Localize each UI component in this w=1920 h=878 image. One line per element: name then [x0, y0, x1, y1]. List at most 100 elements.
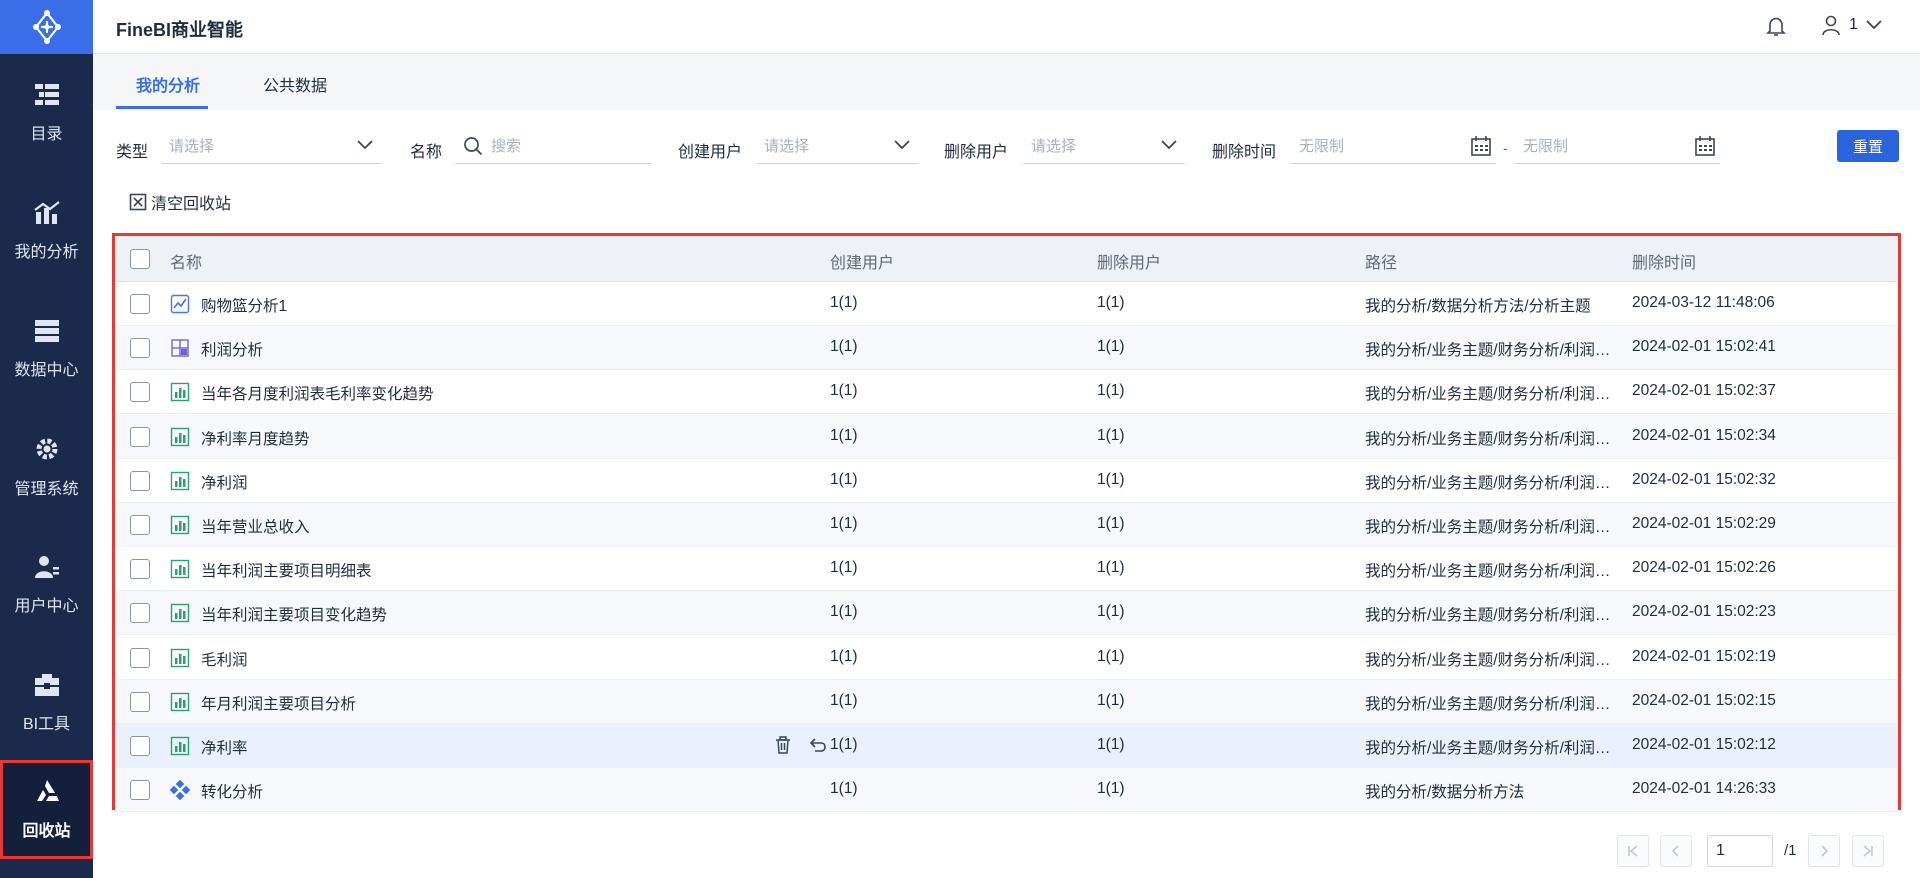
logo[interactable]	[0, 0, 93, 54]
calendar-icon[interactable]	[1470, 135, 1492, 157]
table-row[interactable]: 利润分析 1(1) 1(1) 我的分析/业务主题/财务分析/利润… 2024-02-01…	[115, 326, 1898, 371]
row-deleter: 1(1)	[1097, 294, 1125, 311]
column-header-name: 名称	[170, 255, 203, 272]
row-creator: 1(1)	[830, 559, 858, 577]
tab-my-analysis[interactable]: 我的分析	[136, 72, 200, 96]
next-page-button[interactable]	[1808, 835, 1840, 867]
clear-recycle-bin-label: 清空回收站	[151, 196, 232, 213]
recycle-icon	[36, 779, 59, 801]
table-row[interactable]: 当年利润主要项目变化趋势 1(1) 1(1) 我的分析/业务主题/财务分析/利润… 20…	[115, 591, 1898, 636]
restore-icon[interactable]	[807, 735, 827, 755]
row-delete-time: 2024-02-01 15:02:15	[1632, 691, 1776, 709]
deleter-select[interactable]: 请选择	[1023, 128, 1185, 164]
calendar-icon[interactable]	[1694, 135, 1716, 157]
table-row[interactable]: 毛利润 1(1) 1(1) 我的分析/业务主题/财务分析/利润… 2024-02-01 …	[115, 636, 1898, 680]
row-deleter: 1(1)	[1097, 780, 1125, 798]
row-checkbox[interactable]	[130, 470, 150, 491]
table-row[interactable]: 净利率 1(1) 1(1) 我的分析/业务主题/财务分析/利润… 2024-02-01…	[115, 724, 1898, 768]
bell-icon[interactable]	[1765, 15, 1787, 42]
user-menu[interactable]: 1	[1821, 14, 1882, 36]
bar-chart-icon	[170, 382, 190, 402]
search-icon	[464, 136, 483, 155]
row-deleter: 1(1)	[1097, 382, 1125, 400]
bar-chart-icon	[170, 692, 190, 712]
table-row[interactable]: 购物篮分析1 1(1) 1(1) 我的分析/数据分析方法/分析主题 2024-03-12…	[115, 282, 1898, 326]
row-checkbox[interactable]	[130, 603, 150, 624]
date-range-separator: -	[1503, 140, 1508, 156]
last-page-icon	[1863, 845, 1873, 857]
creator-select[interactable]: 请选择	[756, 128, 918, 164]
start-date-input[interactable]: 无限制	[1291, 128, 1496, 164]
row-checkbox[interactable]	[130, 426, 150, 447]
sidebar-item-bi-tools[interactable]: BI工具	[0, 644, 93, 762]
row-checkbox[interactable]	[130, 780, 150, 801]
first-page-button[interactable]	[1617, 835, 1649, 867]
row-deleter: 1(1)	[1097, 736, 1125, 753]
table-row[interactable]: 当年营业总收入 1(1) 1(1) 我的分析/业务主题/财务分析/利润… 2024-02…	[115, 503, 1898, 547]
delete-time-label: 删除时间	[1212, 144, 1277, 161]
tab-public-data[interactable]: 公共数据	[263, 72, 327, 96]
row-delete-time: 2024-02-01 15:02:19	[1632, 647, 1776, 665]
row-name: 毛利润	[201, 651, 248, 669]
page-number-input[interactable]	[1707, 835, 1773, 867]
dashboard-icon	[170, 338, 190, 358]
type-select[interactable]: 请选择	[161, 128, 381, 164]
logo-icon	[32, 10, 61, 44]
table-row[interactable]: 当年各月度利润表毛利率变化趋势 1(1) 1(1) 我的分析/业务主题/财务分析/利润…	[115, 370, 1898, 415]
reset-button[interactable]: 重置	[1837, 130, 1899, 162]
row-path: 我的分析/业务主题/财务分析/利润…	[1365, 342, 1611, 360]
sidebar-item-label: 管理系统	[14, 481, 79, 498]
user-name: 1	[1849, 16, 1858, 33]
row-checkbox[interactable]	[130, 691, 150, 712]
type-select-placeholder: 请选择	[169, 138, 215, 155]
row-checkbox[interactable]	[130, 382, 150, 403]
clear-recycle-bin-button[interactable]: 清空回收站	[129, 190, 231, 214]
table-row[interactable]: 净利润 1(1) 1(1) 我的分析/业务主题/财务分析/利润… 2024-02-01 …	[115, 459, 1898, 503]
chevron-down-icon	[894, 140, 910, 150]
creator-filter-label: 创建用户	[678, 144, 743, 161]
row-creator: 1(1)	[830, 382, 858, 400]
end-date-input[interactable]: 无限制	[1515, 128, 1720, 164]
row-creator: 1(1)	[830, 515, 858, 532]
row-delete-time: 2024-02-01 15:02:34	[1632, 426, 1776, 444]
row-creator: 1(1)	[830, 338, 858, 356]
sidebar-item-recycle-bin[interactable]: 回收站	[0, 760, 93, 859]
sidebar-item-my-analysis[interactable]: 我的分析	[0, 172, 93, 290]
row-checkbox[interactable]	[130, 559, 150, 580]
row-name: 净利润	[201, 474, 248, 492]
top-header: FineBI商业智能 1	[93, 0, 1920, 54]
table-row[interactable]: 转化分析 1(1) 1(1) 我的分析/数据分析方法 2024-02-01 14:26:…	[115, 768, 1898, 813]
app-title: FineBI商业智能	[116, 20, 244, 40]
column-header-creator: 创建用户	[830, 255, 895, 272]
column-header-path: 路径	[1365, 255, 1398, 272]
row-checkbox[interactable]	[130, 515, 150, 535]
last-page-button[interactable]	[1852, 835, 1884, 867]
sidebar-item-label: 我的分析	[14, 244, 79, 261]
row-deleter: 1(1)	[1097, 515, 1125, 532]
row-path: 我的分析/业务主题/财务分析/利润…	[1365, 474, 1611, 492]
sidebar-item-management[interactable]: 管理系统	[0, 408, 93, 526]
select-all-checkbox[interactable]	[130, 249, 150, 269]
sidebar-item-catalog[interactable]: 目录	[0, 54, 93, 172]
row-creator: 1(1)	[830, 780, 858, 798]
name-search-input[interactable]: 搜索	[455, 128, 651, 164]
table-row[interactable]: 年月利润主要项目分析 1(1) 1(1) 我的分析/业务主题/财务分析/利润… 2024…	[115, 679, 1898, 724]
row-name: 购物篮分析1	[201, 298, 288, 315]
sidebar-item-user-center[interactable]: 用户中心	[0, 526, 93, 644]
row-delete-time: 2024-02-01 15:02:41	[1632, 338, 1776, 356]
row-checkbox[interactable]	[130, 647, 150, 668]
sidebar-item-data-center[interactable]: 数据中心	[0, 290, 93, 408]
prev-page-button[interactable]	[1660, 835, 1692, 867]
row-checkbox[interactable]	[130, 736, 150, 756]
deleter-select-placeholder: 请选择	[1031, 138, 1077, 155]
table-row[interactable]: 净利率月度趋势 1(1) 1(1) 我的分析/业务主题/财务分析/利润… 2024-02…	[115, 414, 1898, 459]
data-center-icon	[34, 320, 59, 342]
trash-icon[interactable]	[773, 735, 793, 755]
row-name: 当年利润主要项目变化趋势	[201, 607, 388, 625]
row-checkbox[interactable]	[130, 294, 150, 314]
row-checkbox[interactable]	[130, 338, 150, 359]
row-deleter: 1(1)	[1097, 647, 1125, 665]
row-deleter: 1(1)	[1097, 470, 1125, 488]
table-row[interactable]: 当年利润主要项目明细表 1(1) 1(1) 我的分析/业务主题/财务分析/利润… 202…	[115, 547, 1898, 592]
row-path: 我的分析/业务主题/财务分析/利润…	[1365, 519, 1611, 536]
